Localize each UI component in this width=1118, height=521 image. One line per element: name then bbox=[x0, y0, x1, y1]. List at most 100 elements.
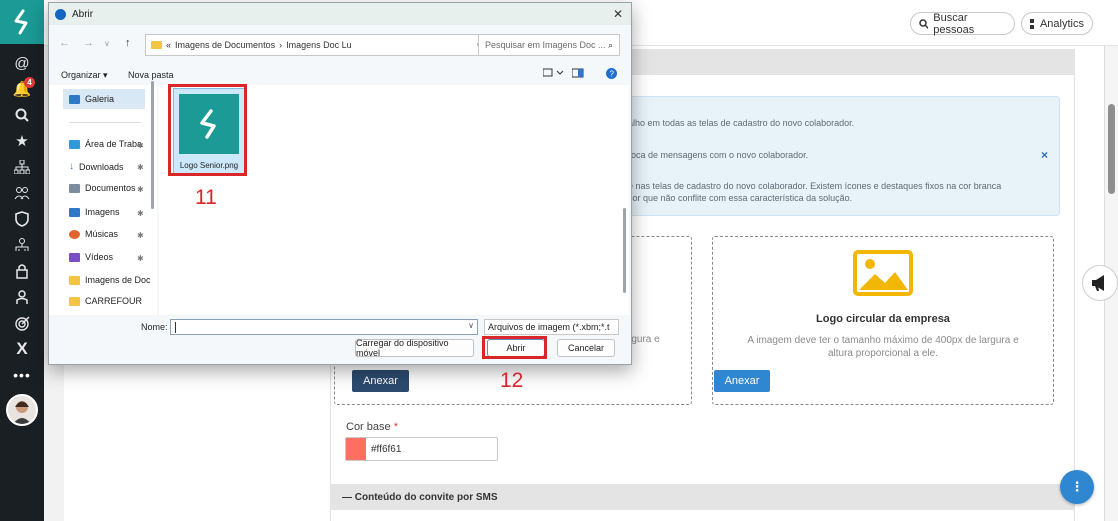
upload-from-device-button[interactable]: Carregar do dispositivo móvel bbox=[355, 338, 474, 358]
nav-item-documents[interactable]: Documentos bbox=[69, 183, 136, 193]
pin-icon[interactable]: ✱ bbox=[137, 209, 144, 218]
nav-item-label: Vídeos bbox=[85, 252, 114, 262]
at-icon[interactable]: @ bbox=[0, 50, 44, 76]
lock-icon[interactable] bbox=[0, 258, 44, 284]
nav-item-videos[interactable]: Vídeos bbox=[69, 252, 113, 262]
org-chart-icon[interactable] bbox=[0, 154, 44, 180]
highlight-open-box bbox=[482, 336, 547, 359]
edge-icon bbox=[55, 8, 66, 20]
file-scrollbar[interactable] bbox=[623, 208, 626, 293]
music-icon bbox=[69, 229, 80, 239]
open-file-dialog: Abrir ✕ ← → ∨ ↑ « Imagens de Documentos … bbox=[48, 2, 632, 365]
org-icon[interactable] bbox=[0, 232, 44, 258]
avatar[interactable] bbox=[6, 394, 38, 426]
info-line-2: roca de mensagens com o novo colaborador… bbox=[628, 150, 809, 160]
up-arrow-icon[interactable]: ↑ bbox=[125, 37, 131, 49]
nav-item-galeria[interactable]: Galeria bbox=[63, 89, 145, 109]
breadcrumb-item-1[interactable]: Imagens de Documentos bbox=[175, 40, 275, 50]
grid-icon bbox=[1030, 18, 1034, 29]
view-options-icon[interactable] bbox=[542, 68, 565, 80]
file-search-input[interactable]: Pesquisar em Imagens Doc ... ⌕ bbox=[478, 34, 620, 56]
base-color-label: Cor base * bbox=[346, 421, 398, 433]
nav-item-images[interactable]: Imagens bbox=[69, 207, 120, 217]
svg-text:?: ? bbox=[610, 70, 615, 79]
new-folder-button[interactable]: Nova pasta bbox=[128, 70, 174, 80]
megaphone-icon[interactable] bbox=[1082, 265, 1118, 301]
pin-icon[interactable]: ✱ bbox=[137, 185, 144, 194]
search-people-label: Buscar pessoas bbox=[933, 11, 975, 36]
nav-item-label: Músicas bbox=[85, 229, 119, 239]
pin-icon[interactable]: ✱ bbox=[137, 141, 144, 150]
dialog-close-button[interactable]: ✕ bbox=[613, 7, 623, 21]
nav-item-label: Área de Traba bbox=[85, 139, 143, 149]
help-icon[interactable]: ? bbox=[606, 68, 617, 81]
attach-logo-button[interactable]: Anexar bbox=[352, 370, 409, 392]
nav-item-label: Galeria bbox=[85, 94, 115, 104]
recent-chevron-icon[interactable]: ∨ bbox=[104, 39, 110, 48]
bell-icon[interactable]: 🔔 4 bbox=[0, 76, 44, 102]
preview-pane-icon[interactable] bbox=[571, 68, 584, 80]
folder-icon bbox=[151, 41, 162, 49]
brand-logo[interactable] bbox=[0, 0, 44, 44]
dialog-title-bar: Abrir bbox=[49, 3, 631, 25]
file-name-input[interactable]: ∨ bbox=[170, 319, 478, 335]
circular-logo-description: A imagem deve ter o tamanho máximo de 40… bbox=[747, 335, 1019, 359]
nav-item-music[interactable]: Músicas bbox=[69, 229, 118, 239]
highlight-file-box bbox=[168, 84, 247, 176]
nav-item-downloads[interactable]: ↓ Downloads bbox=[69, 161, 124, 172]
people-icon[interactable] bbox=[0, 180, 44, 206]
info-line-4: cor que não conflite com essa caracterís… bbox=[628, 193, 853, 203]
forward-arrow-icon[interactable]: → bbox=[83, 37, 94, 49]
target-icon[interactable] bbox=[0, 310, 44, 336]
back-arrow-icon[interactable]: ← bbox=[59, 37, 70, 49]
nav-item-folder-doc[interactable]: Imagens de Doc bbox=[69, 275, 151, 285]
gallery-icon bbox=[69, 94, 80, 104]
pin-icon[interactable]: ✱ bbox=[137, 231, 144, 240]
address-row: ← → ∨ ↑ « Imagens de Documentos › Imagen… bbox=[49, 31, 631, 57]
cancel-button[interactable]: Cancelar bbox=[557, 339, 615, 357]
close-icon[interactable]: × bbox=[1041, 148, 1048, 162]
person-pin-icon[interactable] bbox=[0, 284, 44, 310]
nav-item-label: Documentos bbox=[85, 183, 136, 193]
left-rail: @ 🔔 4 ★ X ••• bbox=[0, 0, 44, 521]
analytics-button[interactable]: Analytics bbox=[1021, 12, 1093, 35]
file-name-label: Nome: bbox=[141, 322, 168, 332]
nav-item-label: Imagens de Doc bbox=[85, 275, 151, 285]
floating-action-button[interactable]: ⋮ bbox=[1060, 470, 1094, 504]
pin-icon[interactable]: ✱ bbox=[137, 163, 144, 172]
file-type-value: Arquivos de imagem (*.xbm;*.t bbox=[488, 322, 610, 332]
search-icon[interactable] bbox=[0, 102, 44, 128]
nav-item-label: Downloads bbox=[79, 161, 124, 172]
organize-menu[interactable]: Organizar ▾ bbox=[61, 70, 108, 81]
scroll-thumb[interactable] bbox=[1108, 104, 1115, 194]
color-swatch[interactable] bbox=[346, 438, 366, 460]
address-bar[interactable]: « Imagens de Documentos › Imagens Doc Lu… bbox=[145, 34, 521, 56]
text-caret bbox=[175, 322, 176, 333]
star-icon[interactable]: ★ bbox=[0, 128, 44, 154]
nav-divider bbox=[69, 122, 141, 123]
file-type-select[interactable]: Arquivos de imagem (*.xbm;*.t bbox=[484, 319, 619, 335]
file-search-placeholder: Pesquisar em Imagens Doc ... bbox=[485, 40, 606, 50]
x-close-icon[interactable]: X bbox=[0, 336, 44, 362]
nav-item-desktop[interactable]: Área de Traba bbox=[69, 139, 142, 149]
desktop-icon bbox=[69, 139, 80, 149]
base-color-field[interactable]: #ff6f61 bbox=[345, 437, 498, 461]
analytics-label: Analytics bbox=[1039, 17, 1084, 30]
nav-scrollbar[interactable] bbox=[151, 81, 154, 209]
breadcrumb-item-2[interactable]: Imagens Doc Lu bbox=[286, 40, 352, 50]
attach-circular-logo-button[interactable]: Anexar bbox=[714, 370, 770, 392]
pin-icon[interactable]: ✱ bbox=[137, 254, 144, 263]
breadcrumb-separator: › bbox=[279, 40, 283, 50]
dialog-title: Abrir bbox=[72, 8, 94, 20]
breadcrumb-overflow[interactable]: « bbox=[166, 40, 171, 50]
chevron-down-icon[interactable]: ∨ bbox=[468, 321, 474, 330]
nav-item-carrefour[interactable]: CARREFOUR bbox=[69, 296, 142, 306]
search-people-button[interactable]: Buscar pessoas bbox=[910, 11, 1015, 36]
navigation-pane: Galeria Área de Traba ↓ Downloads Docume… bbox=[49, 85, 157, 315]
search-icon bbox=[919, 18, 929, 29]
folder-icon bbox=[69, 275, 80, 285]
more-icon[interactable]: ••• bbox=[0, 362, 44, 388]
shield-icon[interactable] bbox=[0, 206, 44, 232]
sms-section-header[interactable]: — Conteúdo do convite por SMS bbox=[330, 484, 1075, 510]
images-icon bbox=[69, 207, 80, 217]
